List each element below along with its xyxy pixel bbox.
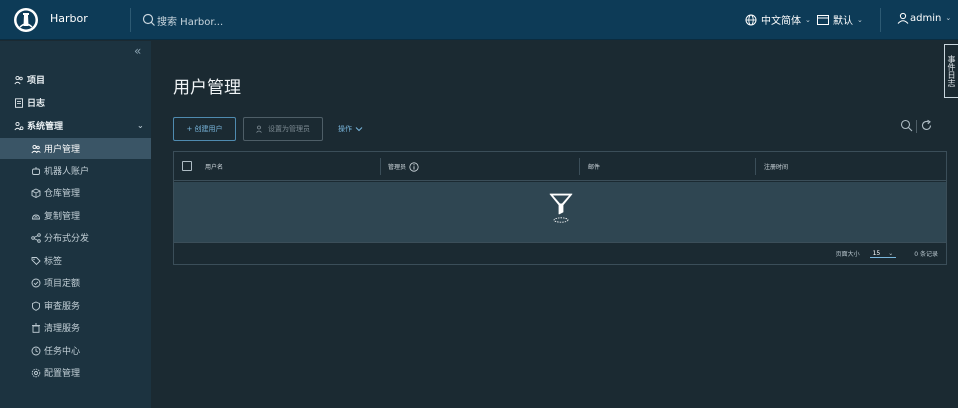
sidebar-item-clean-up[interactable]: 清理服务	[0, 317, 151, 338]
sidebar-item-labels[interactable]: 标签	[0, 250, 151, 271]
system-admin-icon	[14, 121, 24, 131]
brand-name: Harbor	[50, 12, 88, 25]
column-separator	[380, 158, 381, 175]
sidebar-item-logs[interactable]: 日志	[0, 92, 151, 113]
collapse-sidebar-icon[interactable]: «	[134, 44, 141, 58]
language-label: 中文简体	[761, 16, 801, 27]
robot-icon	[31, 166, 41, 176]
search-icon	[142, 13, 155, 26]
sidebar-item-system-admin[interactable]: 系统管理 ⌄	[0, 115, 151, 136]
calendar-icon	[817, 15, 829, 25]
search-input[interactable]: 搜索 Harbor...	[157, 13, 223, 28]
globe-icon	[745, 14, 757, 25]
language-selector[interactable]: 中文简体 ⌄	[745, 12, 811, 27]
user-icon	[897, 12, 909, 24]
page-size-select[interactable]: 15 ⌄	[869, 249, 897, 258]
chevron-down-icon: ⌄	[857, 15, 863, 24]
column-email[interactable]: 邮件	[588, 152, 600, 181]
harbor-logo-icon	[14, 8, 38, 32]
empty-funnel-icon	[549, 193, 573, 223]
projects-icon	[14, 75, 24, 85]
sidebar-item-projects[interactable]: 项目	[0, 69, 151, 90]
chevron-down-icon	[355, 127, 363, 132]
sidebar-item-job-service[interactable]: 任务中心	[0, 340, 151, 361]
refresh-icon[interactable]	[920, 119, 933, 132]
quotas-icon	[31, 278, 41, 288]
job-service-icon	[31, 346, 41, 356]
select-all-checkbox[interactable]	[182, 161, 192, 171]
top-header: Harbor 搜索 Harbor... 中文简体 ⌄ 默认 ⌄ admin ⌄	[0, 0, 958, 40]
chevron-down-icon: ⌄	[888, 249, 894, 257]
users-datagrid: 用户名 管理员 邮件 注册时间 页面大小 15 ⌄ 0 条记录	[173, 151, 947, 265]
users-icon	[31, 144, 41, 154]
logs-icon	[14, 97, 24, 108]
info-icon[interactable]	[409, 161, 419, 172]
datetime-scope-selector[interactable]: 默认 ⌄	[817, 12, 863, 27]
event-log-tab[interactable]: 事件日志	[944, 44, 958, 98]
column-admin[interactable]: 管理员	[388, 152, 419, 181]
scope-label: 默认	[833, 16, 853, 27]
chevron-down-icon: ⌄	[137, 121, 144, 130]
sidebar-item-configuration[interactable]: 配置管理	[0, 362, 151, 383]
sidebar-item-distributions[interactable]: 分布式分发	[0, 227, 151, 248]
chevron-down-icon: ⌄	[805, 15, 811, 24]
record-count: 0 条记录	[914, 251, 938, 258]
page-size-label: 页面大小	[835, 251, 860, 258]
sidebar: « 项目 日志 系统管理 ⌄ 用户管理 机器人账户 仓库管理 复制管理 分布式分…	[0, 41, 151, 408]
brand[interactable]: Harbor	[0, 0, 130, 40]
labels-icon	[31, 256, 41, 266]
sidebar-item-robot-accounts[interactable]: 机器人账户	[0, 160, 151, 181]
user-menu[interactable]: admin ⌄	[897, 12, 951, 24]
username: admin	[910, 12, 942, 24]
column-separator	[579, 158, 580, 175]
datagrid-header: 用户名 管理员 邮件 注册时间	[174, 152, 946, 181]
datagrid-empty-placeholder	[174, 182, 946, 242]
sidebar-item-users[interactable]: 用户管理	[0, 138, 151, 159]
chevron-down-icon: ⌄	[945, 14, 952, 22]
toolbar-divider	[916, 120, 917, 133]
sidebar-item-registries[interactable]: 仓库管理	[0, 182, 151, 203]
configuration-icon	[31, 368, 41, 378]
clean-up-icon	[31, 323, 41, 333]
global-search[interactable]: 搜索 Harbor...	[142, 10, 223, 30]
page-title: 用户管理	[173, 78, 241, 98]
column-separator	[755, 158, 756, 175]
header-divider	[130, 8, 131, 32]
registries-icon	[31, 187, 41, 198]
user-admin-icon	[256, 125, 262, 133]
distribution-icon	[31, 232, 41, 243]
column-registration-time[interactable]: 注册时间	[764, 152, 788, 181]
column-username[interactable]: 用户名	[205, 152, 223, 181]
replication-icon	[31, 211, 41, 221]
sidebar-item-interrogation-services[interactable]: 审查服务	[0, 295, 151, 316]
datagrid-footer: 页面大小 15 ⌄ 0 条记录	[174, 242, 946, 264]
new-user-button[interactable]: + 创建用户	[173, 117, 236, 141]
filter-search-icon[interactable]	[900, 119, 913, 132]
interrogation-icon	[31, 301, 41, 311]
set-as-admin-button[interactable]: 设置为管理员	[243, 117, 323, 141]
actions-dropdown[interactable]: 操作	[338, 124, 363, 134]
sidebar-item-project-quotas[interactable]: 项目定额	[0, 272, 151, 293]
sidebar-item-replications[interactable]: 复制管理	[0, 205, 151, 226]
header-divider	[880, 8, 881, 32]
